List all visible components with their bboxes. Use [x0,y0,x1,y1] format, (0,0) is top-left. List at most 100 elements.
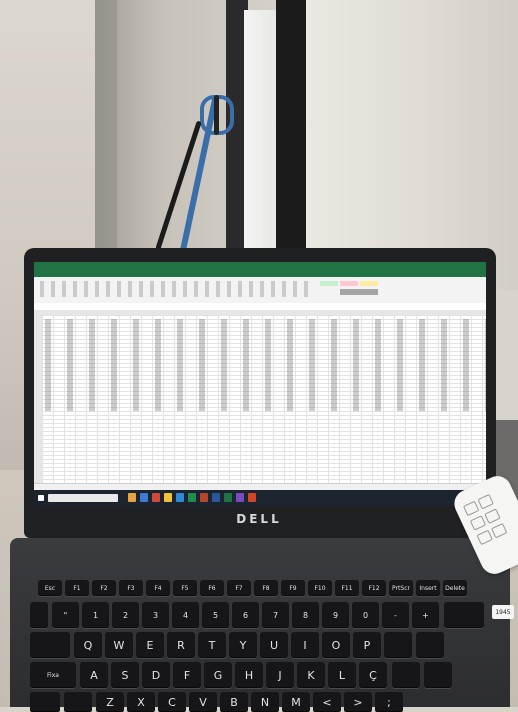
key[interactable]: 8 [292,602,319,628]
key[interactable] [444,602,484,628]
key[interactable]: + [412,602,439,628]
remote-button [490,522,508,539]
taskbar-app-icon [140,493,148,502]
remote-button [469,515,487,531]
taskbar-app-icon [128,493,136,502]
key[interactable]: 9 [322,602,349,628]
wall-shadow [95,0,117,260]
key[interactable]: W [105,632,133,658]
key[interactable]: G [204,662,232,688]
key[interactable]: 7 [262,602,289,628]
key[interactable]: 2 [112,602,139,628]
key[interactable]: F11 [335,580,359,596]
ribbon-red-cell [340,281,358,286]
key[interactable]: F [173,662,201,688]
key[interactable]: F12 [362,580,386,596]
taskbar-app-icon [164,493,172,502]
key[interactable]: O [322,632,350,658]
key[interactable] [424,662,452,688]
key[interactable]: Z [96,692,124,712]
taskbar-app-icon [224,493,232,502]
key[interactable]: A [80,662,108,688]
key[interactable]: 0 [352,602,379,628]
key[interactable] [384,632,412,658]
key[interactable]: F5 [173,580,197,596]
excel-ribbon-tabs [34,270,486,277]
black-cable-2 [214,95,219,135]
key[interactable]: - [382,602,409,628]
key[interactable]: F9 [281,580,305,596]
key[interactable]: N [251,692,279,712]
laptop-screen [34,262,486,506]
key[interactable]: F10 [308,580,332,596]
key[interactable]: 1 [82,602,109,628]
key[interactable]: F2 [92,580,116,596]
key[interactable]: Q [74,632,102,658]
key[interactable]: F8 [254,580,278,596]
remote-button [476,529,493,546]
key[interactable]: F1 [65,580,89,596]
key[interactable]: C [158,692,186,712]
key[interactable]: M [282,692,310,712]
key[interactable]: V [189,692,217,712]
key[interactable]: F7 [227,580,251,596]
key[interactable]: Y [229,632,257,658]
ribbon-icons [40,281,310,297]
key[interactable]: 6 [232,602,259,628]
key[interactable] [30,602,48,628]
key[interactable]: U [260,632,288,658]
taskbar-app-icon [176,493,184,502]
excel-ribbon [34,277,486,304]
key[interactable]: P [353,632,381,658]
key[interactable]: 5 [202,602,229,628]
key[interactable]: F3 [119,580,143,596]
key[interactable]: > [344,692,372,712]
ribbon-green-cell [320,281,338,286]
key[interactable]: 4 [172,602,199,628]
excel-title-bar [34,262,486,270]
ribbon-gray-cell [340,289,378,295]
key[interactable]: B [220,692,248,712]
key[interactable]: 3 [142,602,169,628]
remote-button [484,508,501,524]
taskbar-app-icon [248,493,256,502]
remote-button [462,500,480,517]
excel-row-headers [34,315,42,483]
key[interactable]: Esc [38,580,62,596]
key[interactable]: H [235,662,263,688]
key[interactable]: PrtScr [389,580,413,596]
key[interactable]: X [127,692,155,712]
key[interactable]: < [313,692,341,712]
search-box [48,494,118,502]
key[interactable]: Fixa [30,662,76,688]
key[interactable]: Ç [359,662,387,688]
key[interactable]: R [167,632,195,658]
key[interactable]: F4 [146,580,170,596]
key[interactable]: ; [375,692,403,712]
key[interactable]: " [52,602,79,628]
key[interactable]: E [136,632,164,658]
key[interactable] [416,632,444,658]
key[interactable] [30,692,60,712]
key[interactable]: J [266,662,294,688]
wall-right [300,0,518,290]
monitor-arm [276,0,306,265]
key[interactable]: Insert [416,580,440,596]
taskbar-app-icon [212,493,220,502]
key[interactable]: S [111,662,139,688]
ribbon-yellow-cell [360,281,378,286]
key[interactable] [30,632,70,658]
key[interactable] [392,662,420,688]
key[interactable] [64,692,92,712]
key[interactable]: T [198,632,226,658]
key[interactable]: L [328,662,356,688]
key[interactable]: D [142,662,170,688]
remote-button [477,493,494,510]
excel-data-block [42,319,486,411]
taskbar-app-icon [200,493,208,502]
key[interactable]: I [291,632,319,658]
key-sticker: 1945 [492,605,514,619]
key[interactable]: F6 [200,580,224,596]
key[interactable]: K [297,662,325,688]
key[interactable]: Delete [443,580,467,596]
